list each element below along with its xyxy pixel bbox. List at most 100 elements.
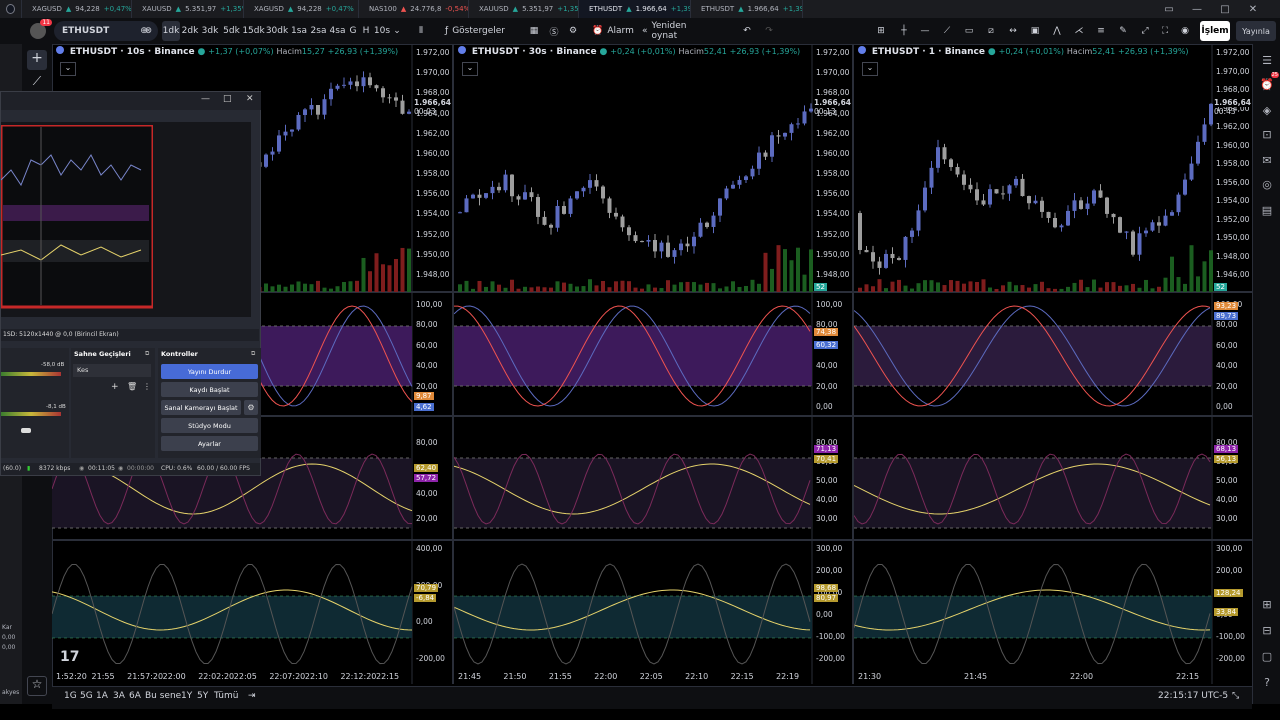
rectangle-icon[interactable]: ▭	[962, 21, 976, 41]
range-5[interactable]: Bu sene	[145, 691, 181, 701]
measure-icon[interactable]: ≡	[1094, 21, 1108, 41]
ruler-icon[interactable]: ⧄	[984, 21, 998, 41]
interval-H[interactable]: H	[360, 21, 372, 41]
delete-transition-icon[interactable]: 🗑	[127, 382, 137, 391]
range-6[interactable]: 1Y	[181, 691, 192, 701]
interval-10s[interactable]: 10s	[374, 21, 390, 41]
transition-select[interactable]: Kes	[73, 364, 151, 377]
interval-15dk[interactable]: 15dk	[242, 21, 264, 41]
obs-close-icon[interactable]: ✕	[246, 94, 254, 104]
interval-1dk[interactable]: 1dk	[162, 21, 180, 41]
transition-menu-icon[interactable]: ⋮	[143, 382, 151, 391]
arrow-icon[interactable]: ↔	[1006, 21, 1020, 41]
interval-4sa[interactable]: 4sa	[329, 21, 346, 41]
publish-button[interactable]: Yayınla	[1236, 21, 1276, 41]
chart-canvas[interactable]	[454, 44, 852, 684]
chart-legend[interactable]: ETHUSDT · 1 · Binance ● +0,24 (+0,01%) H…	[858, 46, 1189, 57]
tab-1[interactable]: XAUUSD ▲ 5.351,97 +1,35% ✕	[132, 0, 244, 18]
add-symbol-icon[interactable]: ⊕	[137, 21, 151, 41]
data-window-icon[interactable]: ⊡	[1259, 126, 1275, 142]
minimize-window-icon[interactable]: —	[1185, 0, 1209, 18]
interval-2sa[interactable]: 2sa	[310, 21, 327, 41]
favorites-star-icon[interactable]: ☆	[27, 676, 47, 696]
cursor-icon[interactable]: ┼	[897, 21, 911, 41]
hotlist-icon[interactable]: ⊞	[1259, 596, 1275, 612]
chart-pane-30s[interactable]: 1.972,00 1.970,00 1.968,00 1.964,00 1.962,00…	[454, 44, 854, 684]
interval-3dk[interactable]: 3dk	[201, 21, 219, 41]
fullscreen-bottom-icon[interactable]: ⤡	[1232, 691, 1239, 701]
obs-minimize-icon[interactable]: —	[201, 94, 210, 104]
indicators-button[interactable]: ƒ Göstergeler	[440, 21, 510, 41]
replay-button[interactable]: «Yeniden oynat	[642, 21, 714, 41]
chart-title[interactable]: ETHUSDT · 10s · Binance	[70, 47, 195, 57]
range-2[interactable]: 1A	[96, 691, 108, 701]
obs-display-select[interactable]: 1SD: 5120x1440 @ 0,0 (Birincil Ekran)	[1, 329, 259, 341]
interval-1sa[interactable]: 1sa	[290, 21, 308, 41]
interval-G[interactable]: G	[348, 21, 358, 41]
obs-preview[interactable]	[1, 122, 251, 317]
watchlist-icon[interactable]: ☰	[1259, 52, 1275, 68]
trade-button[interactable]: İşlem	[1200, 21, 1230, 41]
interval-30dk[interactable]: 30dk	[266, 21, 288, 41]
obs-maximize-icon[interactable]: □	[223, 94, 232, 104]
calendar-icon[interactable]: ▤	[1259, 202, 1275, 218]
pine-editor-icon[interactable]: ⊟	[1259, 622, 1275, 638]
settings-button[interactable]: Ayarlar	[161, 436, 258, 451]
pattern-icon[interactable]: ⋀	[1050, 21, 1064, 41]
studio-mode-button[interactable]: Stüdyo Modu	[161, 418, 258, 433]
camera-icon[interactable]: ◉	[1178, 21, 1192, 41]
mixer-fader[interactable]	[21, 428, 31, 433]
restore-window-icon[interactable]: ▭	[1157, 0, 1181, 18]
transitions-dock-icon[interactable]: ⧉	[145, 350, 149, 358]
text-icon[interactable]: ▣	[1028, 21, 1042, 41]
tab-0[interactable]: XAGUSD ▲ 94,228 +0,47% ✕	[22, 0, 132, 18]
chart-legend[interactable]: ETHUSDT · 10s · Binance ● +1,37 (+0,07%)…	[56, 46, 398, 57]
notes-icon[interactable]: ▢	[1259, 648, 1275, 664]
tab-2[interactable]: XAGUSD ▲ 94,228 +0,47% ✕	[244, 0, 359, 18]
interval-2dk[interactable]: 2dk	[181, 21, 199, 41]
obs-window[interactable]: — □ ✕ 1SD: 5120x1440 @ 0,0 (Birincil Ekr…	[0, 91, 261, 476]
tab-4[interactable]: XAUUSD ▲ 5.351,97 +1,35% ✕	[469, 0, 579, 18]
collapse-legend-button[interactable]: ⌄	[462, 62, 478, 76]
chart-title[interactable]: ETHUSDT · 30s · Binance	[472, 47, 597, 57]
close-window-icon[interactable]: ✕	[1241, 0, 1265, 18]
range-7[interactable]: 5Y	[197, 691, 208, 701]
add-transition-icon[interactable]: +	[111, 382, 119, 392]
tab-6[interactable]: ETHUSDT ▲ 1.966,64 +1,39% ✕	[691, 0, 803, 18]
range-0[interactable]: 1G	[64, 691, 77, 701]
settings-icon[interactable]: ⚙	[566, 21, 580, 41]
range-8[interactable]: Tümü	[214, 691, 238, 701]
chart-canvas[interactable]	[854, 44, 1252, 684]
help-icon[interactable]: ?	[1259, 674, 1275, 690]
collapse-legend-button[interactable]: ⌄	[862, 62, 878, 76]
undo-icon[interactable]: ↶	[740, 21, 754, 41]
layout-grid-icon[interactable]: ⊞	[873, 21, 889, 41]
alarm-button[interactable]: ⏰ Alarm	[590, 21, 636, 41]
chart-title[interactable]: ETHUSDT · 1 · Binance	[872, 47, 985, 57]
app-menu-icon[interactable]	[0, 0, 22, 18]
interval-dropdown-icon[interactable]: ⌄	[392, 21, 402, 41]
templates-icon[interactable]: ▦	[527, 21, 541, 41]
brush-icon[interactable]: ✎	[1116, 21, 1130, 41]
start-recording-button[interactable]: Kaydı Başlat	[161, 382, 258, 397]
maximize-window-icon[interactable]: □	[1213, 0, 1237, 18]
controls-dock-icon[interactable]: ⧉	[251, 350, 255, 358]
obs-titlebar[interactable]: — □ ✕	[1, 92, 261, 110]
stop-stream-button[interactable]: Yayını Durdur	[161, 364, 258, 379]
range-1[interactable]: 5G	[80, 691, 93, 701]
s-icon[interactable]: Ⓢ	[547, 21, 561, 41]
chart-type-icon[interactable]: ⫴	[414, 21, 428, 41]
interval-5dk[interactable]: 5dk	[222, 21, 241, 41]
crosshair-icon[interactable]: +	[27, 50, 47, 70]
clock-label[interactable]: 22:15:17 UTC-5	[1158, 691, 1228, 701]
ideas-icon[interactable]: ◎	[1259, 176, 1275, 192]
trendline-icon[interactable]: ⟋	[940, 21, 954, 41]
chart-pane-1m[interactable]: 1.972,00 1.970,00 1.968,00 1.964,00 1.962,00…	[854, 44, 1252, 684]
virtual-cam-settings-icon[interactable]: ⚙	[244, 400, 258, 415]
start-virtual-cam-button[interactable]: Sanal Kamerayı Başlat	[161, 400, 241, 415]
chart-legend[interactable]: ETHUSDT · 30s · Binance ● +0,24 (+0,01%)…	[458, 46, 800, 57]
alerts-icon[interactable]: ⏰ 25	[1259, 72, 1279, 92]
layout-icon[interactable]: ⤢	[1138, 21, 1152, 41]
fullscreen-icon[interactable]: ⛶	[1158, 21, 1172, 41]
layers-icon[interactable]: ◈	[1259, 102, 1275, 118]
